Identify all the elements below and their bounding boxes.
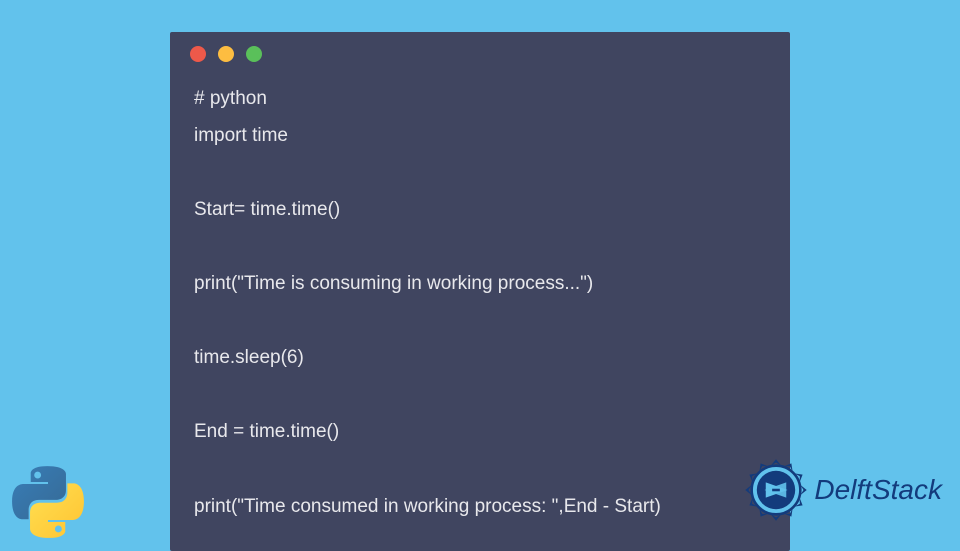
window-titlebar (170, 32, 790, 76)
code-block: # python import time Start= time.time() … (170, 76, 790, 533)
python-logo-icon (10, 464, 86, 540)
delftstack-logo: DelftStack (744, 458, 942, 522)
close-icon (190, 46, 206, 62)
minimize-icon (218, 46, 234, 62)
gear-icon (744, 458, 808, 522)
brand-name: DelftStack (814, 474, 942, 506)
code-window: # python import time Start= time.time() … (170, 32, 790, 551)
maximize-icon (246, 46, 262, 62)
